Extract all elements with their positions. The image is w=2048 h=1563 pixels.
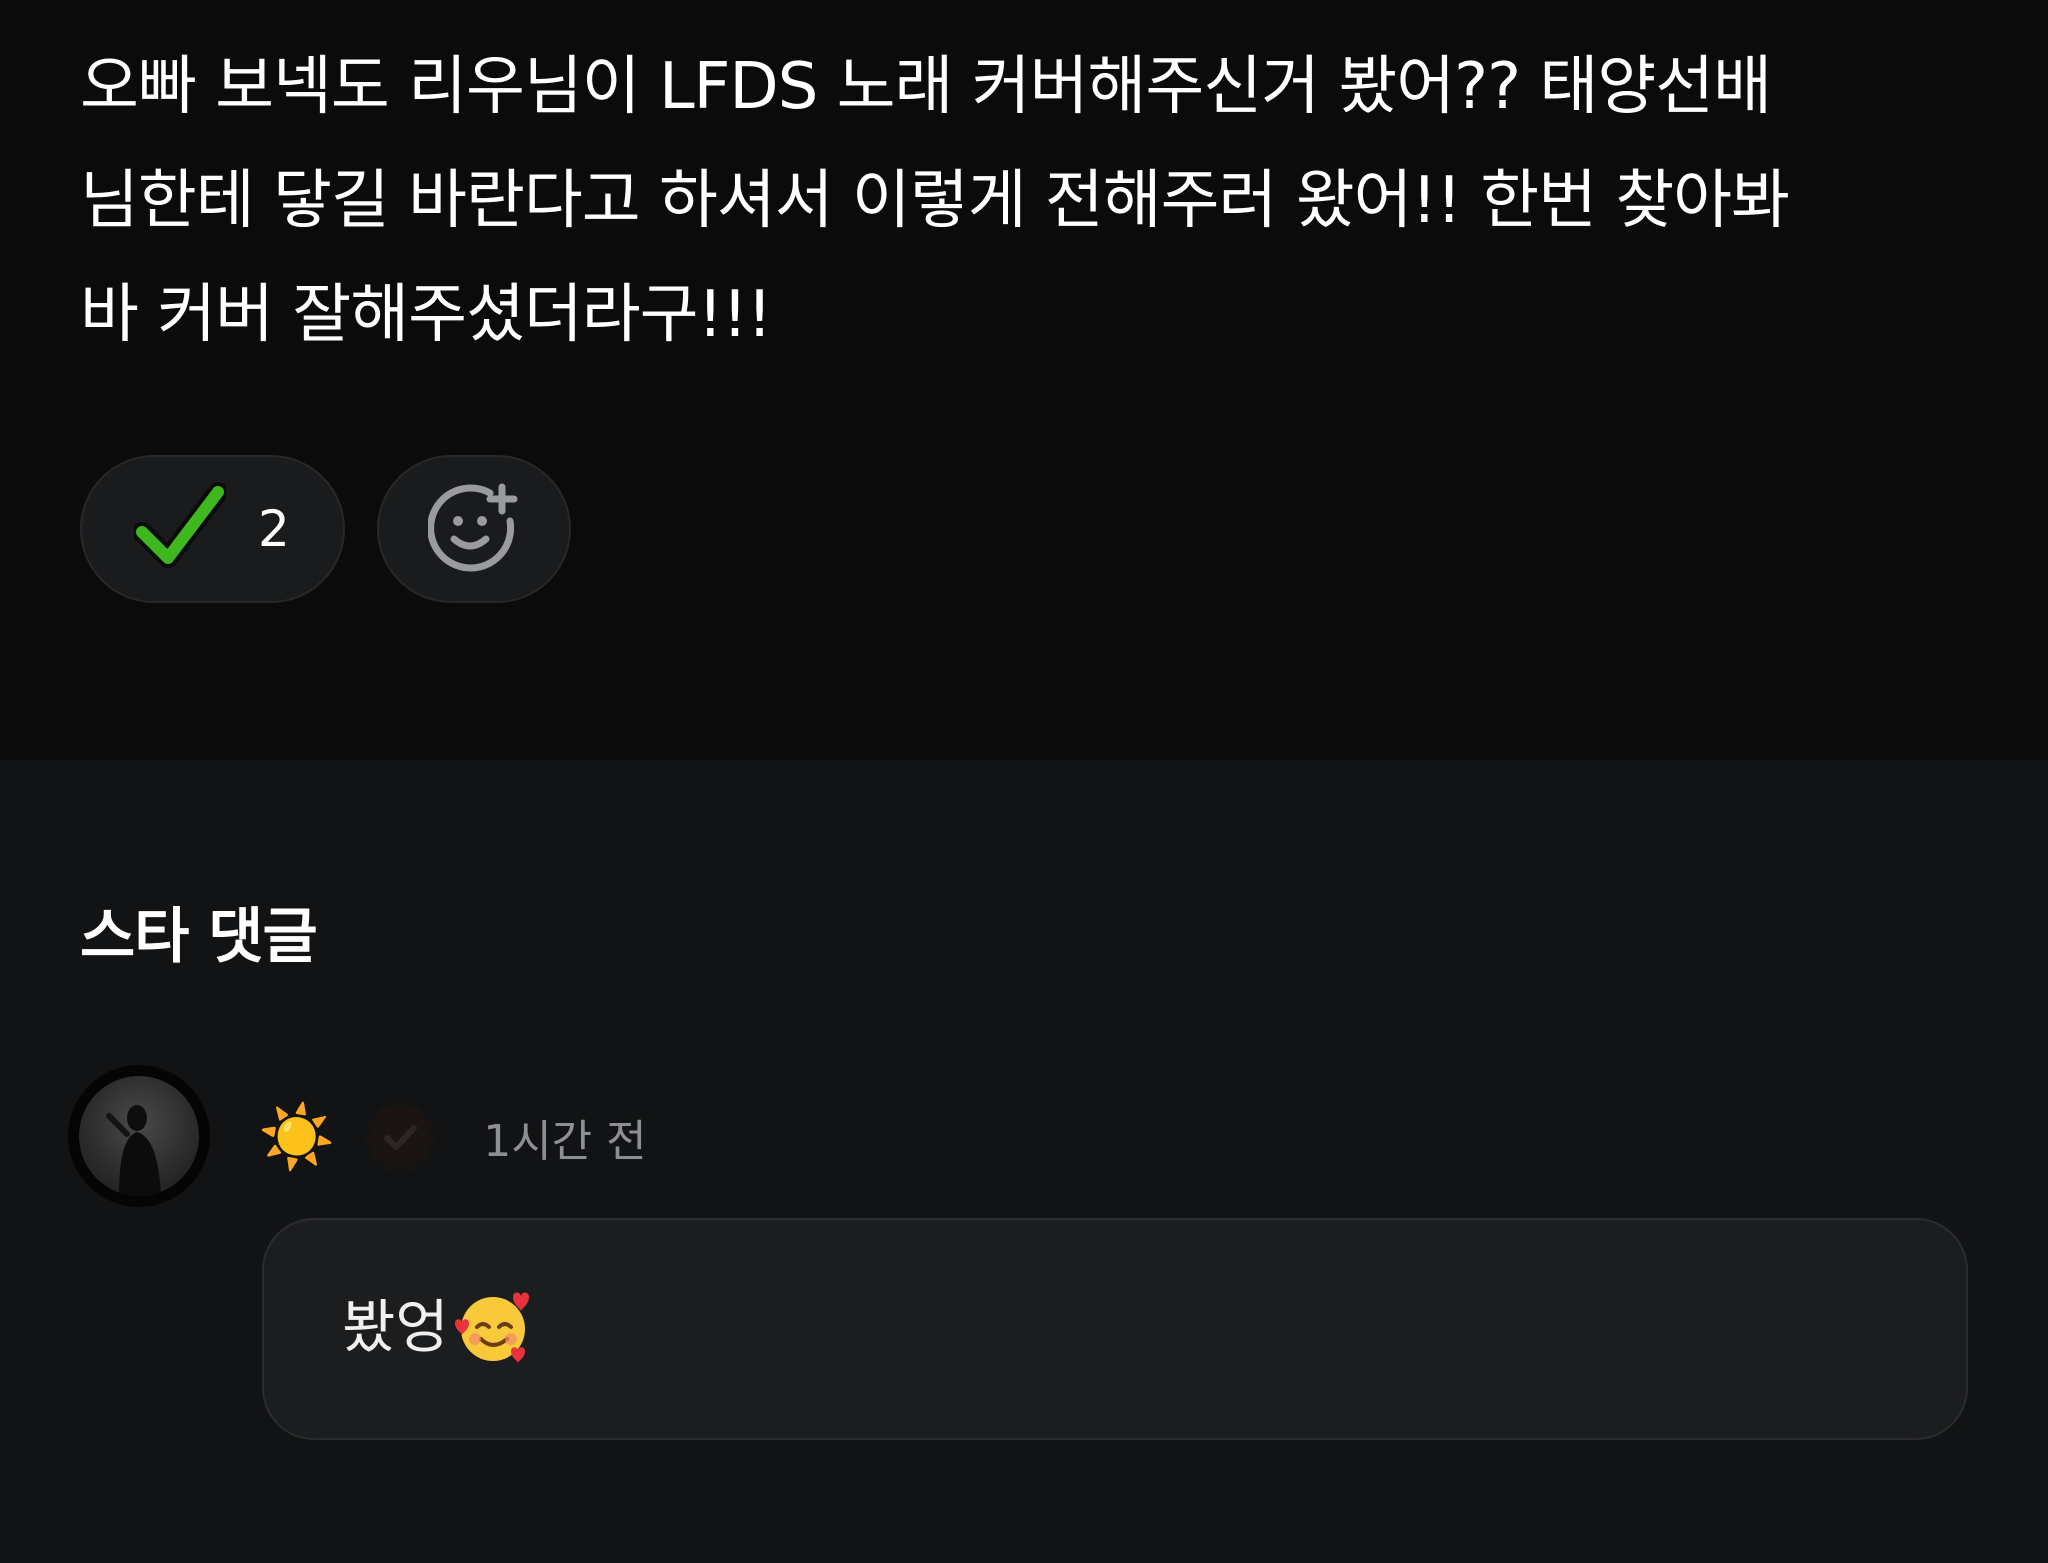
add-reaction-button[interactable] xyxy=(377,455,571,603)
nickname[interactable]: ☀️ xyxy=(258,1106,335,1168)
reaction-bar: 2 xyxy=(80,455,571,603)
post-section: 오빠 보넥도 리우님이 LFDS 노래 커버해주신거 봤어?? 태양선배 님한테… xyxy=(0,0,2048,760)
section-title: 스타 댓글 xyxy=(80,902,318,972)
avatar-image xyxy=(79,1076,199,1196)
post-body-text: 오빠 보넥도 리우님이 LFDS 노래 커버해주신거 봤어?? 태양선배 님한테… xyxy=(80,50,1790,352)
add-reaction-icon xyxy=(427,481,520,577)
comment-text-row: 봤엉 xyxy=(342,1286,533,1368)
comment-meta: ☀️ 1시간 전 xyxy=(258,1082,647,1192)
comment-bubble[interactable]: 봤엉 xyxy=(262,1218,1968,1440)
star-comments-section: 스타 댓글 ☀️ 1시간 전 봤엉 xyxy=(0,760,2048,1563)
verified-badge-icon xyxy=(361,1098,439,1176)
check-mark-icon xyxy=(132,482,228,576)
smiling-face-with-hearts-icon xyxy=(453,1287,533,1367)
check-reaction-count: 2 xyxy=(258,500,290,558)
page: 오빠 보넥도 리우님이 LFDS 노래 커버해주신거 봤어?? 태양선배 님한테… xyxy=(0,0,2048,1563)
comment-timestamp: 1시간 전 xyxy=(483,1116,647,1167)
comment-text: 봤엉 xyxy=(342,1293,449,1361)
avatar[interactable] xyxy=(68,1065,210,1207)
check-reaction-button[interactable]: 2 xyxy=(80,455,345,603)
